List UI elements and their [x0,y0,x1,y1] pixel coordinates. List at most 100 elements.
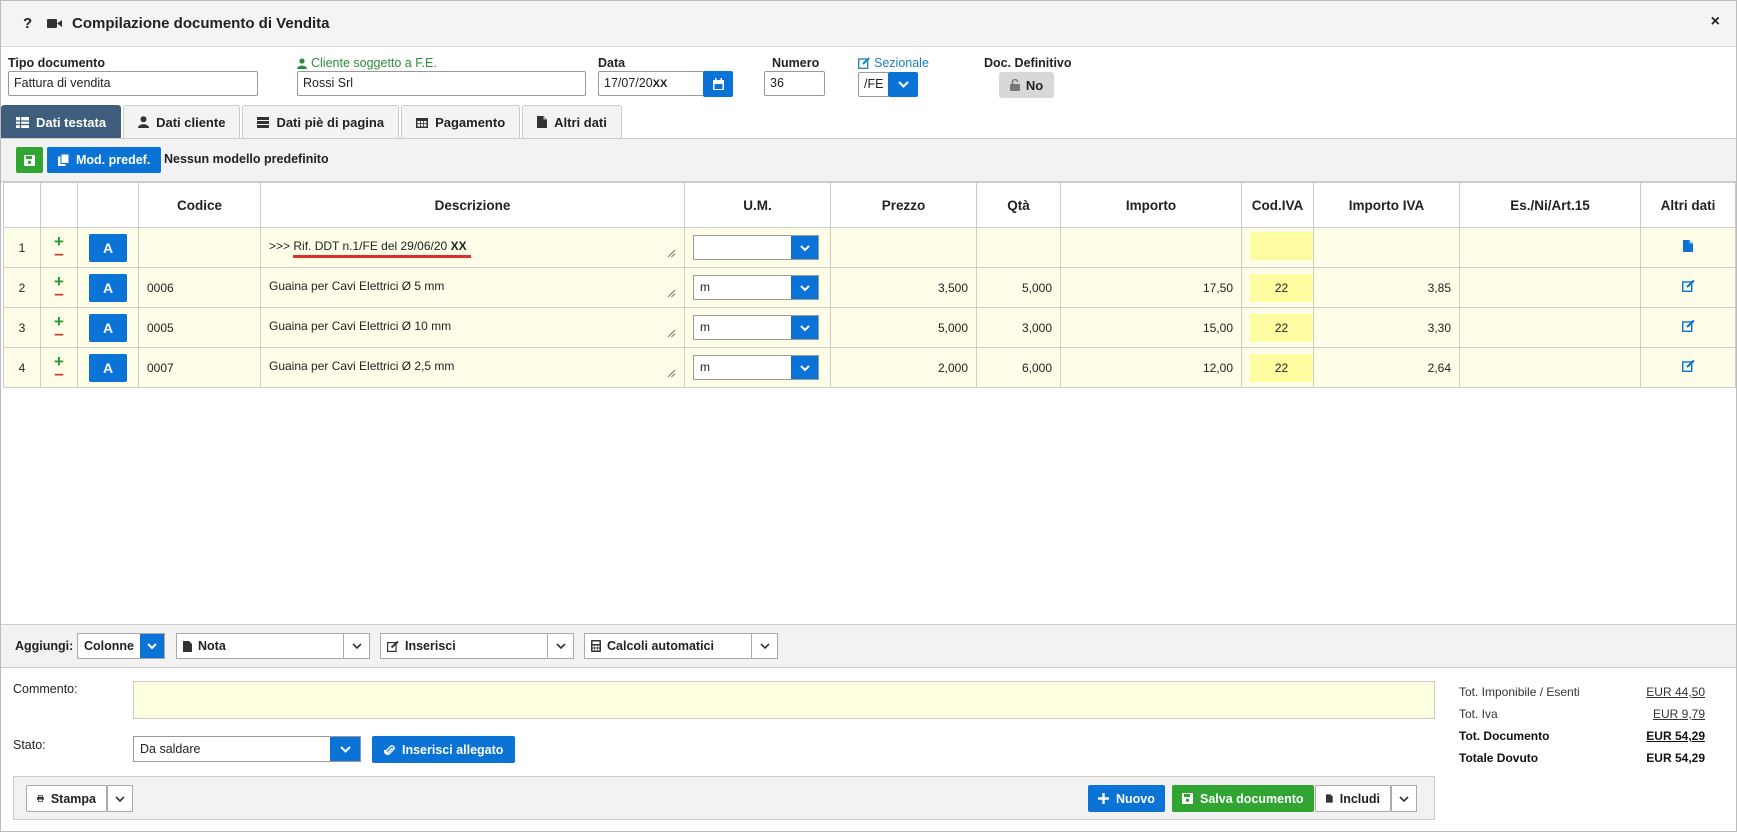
sezionale-label[interactable]: Sezionale [858,56,929,70]
altri-dati-cell[interactable] [1640,267,1736,308]
prezzo-cell[interactable]: 5,000 [830,307,977,348]
inserisci-allegato-button[interactable]: Inserisci allegato [372,736,516,763]
altri-dati-cell[interactable] [1640,347,1736,388]
descrizione-cell[interactable]: Guaina per Cavi Elettrici Ø 5 mm [260,267,685,308]
qta-cell[interactable]: 6,000 [976,347,1061,388]
sezionale-dropdown[interactable] [888,72,918,97]
cliente-label[interactable]: Cliente soggetto a F.E. [297,56,437,70]
stampa-button[interactable]: Stampa [26,785,107,812]
data-field[interactable]: 17/07/20XX [598,71,705,96]
remove-row-icon[interactable]: – [54,285,63,302]
codice-cell[interactable] [138,227,261,268]
definitivo-toggle[interactable]: No [999,72,1054,98]
tab-dati-testata[interactable]: Dati testata [1,105,122,138]
resize-grip-icon[interactable] [667,289,676,298]
total-value[interactable]: EUR 44,50 [1646,685,1705,699]
row-a-button[interactable]: A [89,273,127,302]
importo-cell[interactable]: 15,00 [1060,307,1242,348]
remove-row-icon[interactable]: – [54,245,63,262]
nuovo-button[interactable]: Nuovo [1088,785,1165,812]
um-select[interactable] [693,235,819,260]
table-row[interactable]: 2 + – A 0006 Guaina per Cavi Elettrici Ø 5 mm… [3,267,1736,308]
resize-grip-icon[interactable] [667,329,676,338]
um-dropdown[interactable] [791,276,818,299]
cod-iva-cell[interactable]: 22 [1241,267,1314,308]
cod-iva-cell[interactable] [1241,227,1314,268]
importo-iva-cell[interactable]: 3,30 [1313,307,1460,348]
total-value[interactable]: EUR 54,29 [1646,729,1705,743]
commento-field[interactable] [133,681,1435,719]
tab-altri-dati[interactable]: Altri dati [522,105,622,138]
header-cod-iva[interactable]: Cod.IVA [1241,182,1314,228]
importo-cell[interactable]: 17,50 [1060,267,1242,308]
resize-grip-icon[interactable] [667,249,676,258]
help-icon[interactable]: ? [23,15,39,32]
stato-select[interactable]: Da saldare [133,736,361,762]
close-icon[interactable]: × [1711,13,1720,31]
resize-grip[interactable] [667,247,676,261]
nota-dropdown[interactable] [343,634,369,658]
um-select[interactable]: m [693,275,819,300]
header-prezzo[interactable]: Prezzo [830,182,977,228]
total-value[interactable]: EUR 9,79 [1653,707,1705,721]
prezzo-cell[interactable]: 3,500 [830,267,977,308]
importo-cell[interactable]: 12,00 [1060,347,1242,388]
importo-iva-cell[interactable] [1313,227,1460,268]
esenzione-cell[interactable] [1459,347,1641,388]
header-altri-dati[interactable]: Altri dati [1640,182,1736,228]
resize-grip[interactable] [667,367,676,381]
mod-predef-button[interactable]: Mod. predef. [47,147,162,173]
altri-dati-cell[interactable] [1640,227,1736,268]
altri-dati-button[interactable] [1681,320,1695,332]
importo-cell[interactable] [1060,227,1242,268]
prezzo-cell[interactable]: 2,000 [830,347,977,388]
qta-cell[interactable]: 3,000 [976,307,1061,348]
codice-cell[interactable]: 0006 [138,267,261,308]
table-row[interactable]: 1 + – A >>> Rif. DDT n.1/FE del 29/06/20 XX [3,227,1736,268]
includi-dropdown[interactable] [1391,785,1417,812]
colonne-dropdown[interactable] [140,634,164,658]
resize-grip-icon[interactable] [667,369,676,378]
altri-dati-button[interactable] [1683,240,1693,252]
calendar-button[interactable] [703,71,733,97]
calcoli-button[interactable]: Calcoli automatici [584,633,778,659]
cod-iva-cell[interactable]: 22 [1241,307,1314,348]
altri-dati-button[interactable] [1681,280,1695,292]
stampa-dropdown[interactable] [107,785,133,812]
header-descrizione[interactable]: Descrizione [260,182,685,228]
esenzione-cell[interactable] [1459,307,1641,348]
resize-grip[interactable] [667,287,676,301]
um-dropdown[interactable] [791,356,818,379]
importo-iva-cell[interactable]: 2,64 [1313,347,1460,388]
inserisci-button[interactable]: Inserisci [380,633,574,659]
qta-cell[interactable]: 5,000 [976,267,1061,308]
esenzione-cell[interactable] [1459,267,1641,308]
cliente-field[interactable]: Rossi Srl [297,71,586,96]
um-select[interactable]: m [693,355,819,380]
row-a-button[interactable]: A [89,233,127,262]
um-dropdown[interactable] [791,236,818,259]
descrizione-cell[interactable]: >>> Rif. DDT n.1/FE del 29/06/20 XX [260,227,685,268]
video-camera-icon[interactable] [47,18,62,29]
remove-row-icon[interactable]: – [54,365,63,382]
includi-button[interactable]: Includi [1315,785,1391,812]
codice-cell[interactable]: 0007 [138,347,261,388]
calcoli-dropdown[interactable] [751,634,777,658]
um-dropdown[interactable] [791,316,818,339]
descrizione-cell[interactable]: Guaina per Cavi Elettrici Ø 10 mm [260,307,685,348]
salva-documento-button[interactable]: Salva documento [1172,785,1314,812]
sezionale-field[interactable]: /FE [858,72,889,97]
header-qta[interactable]: Qtà [976,182,1061,228]
altri-dati-cell[interactable] [1640,307,1736,348]
stato-dropdown[interactable] [330,737,360,761]
nota-button[interactable]: Nota [176,633,370,659]
prezzo-cell[interactable] [830,227,977,268]
resize-grip[interactable] [667,327,676,341]
esenzione-cell[interactable] [1459,227,1641,268]
table-row[interactable]: 3 + – A 0005 Guaina per Cavi Elettrici Ø 10 m… [3,307,1736,348]
row-a-button[interactable]: A [89,353,127,382]
header-codice[interactable]: Codice [138,182,261,228]
header-importo[interactable]: Importo [1060,182,1242,228]
tab-pagamento[interactable]: Pagamento [401,105,521,138]
qta-cell[interactable] [976,227,1061,268]
